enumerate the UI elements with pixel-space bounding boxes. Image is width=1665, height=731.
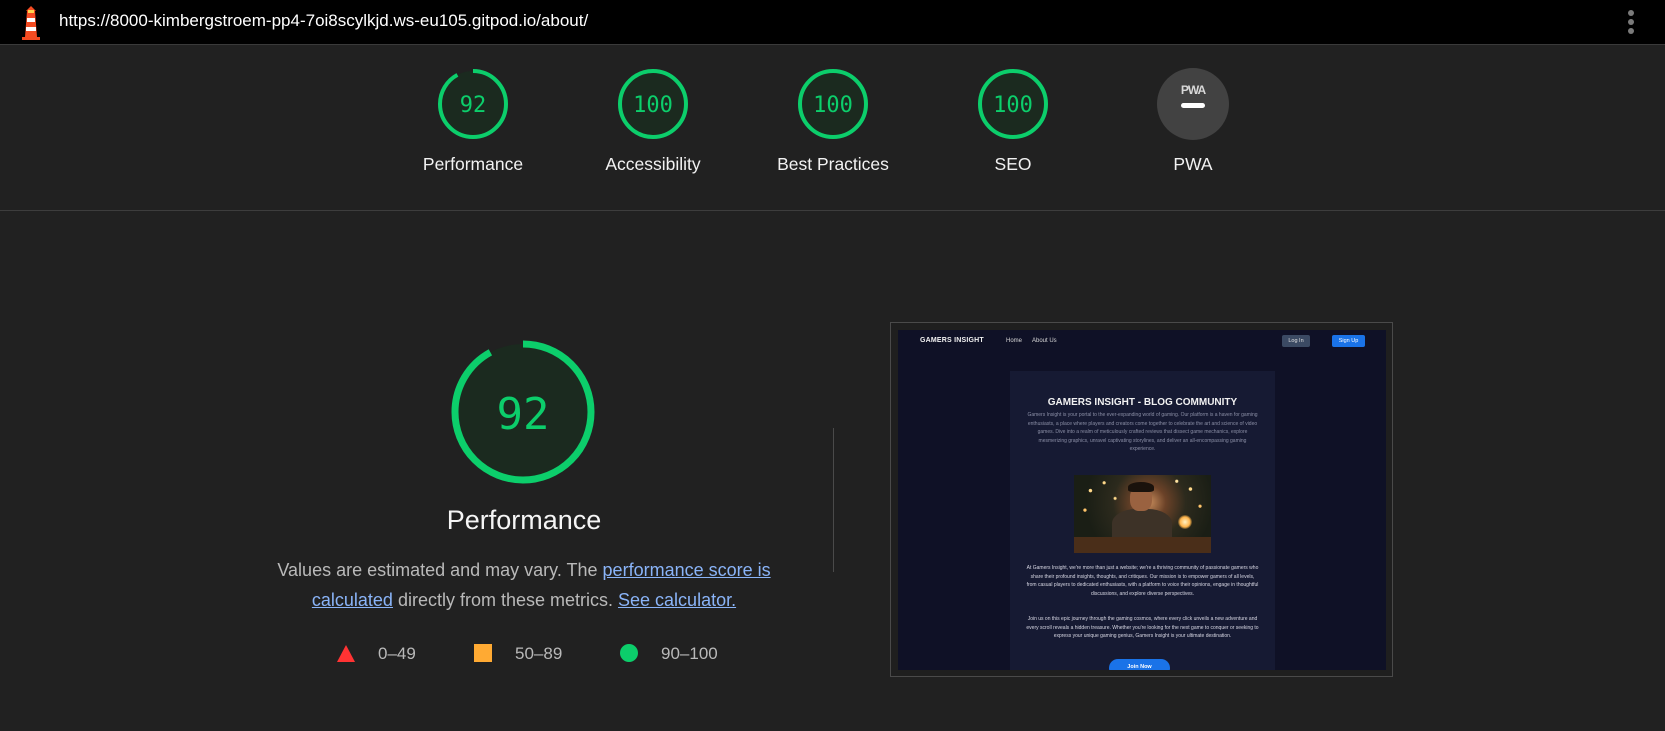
accessibility-gauge-ring: 100 bbox=[618, 69, 688, 139]
site-card-intro: Gamers Insight is your portal to the eve… bbox=[1027, 412, 1258, 452]
address-bar: https://8000-kimbergstroem-pp4-7oi8scylk… bbox=[0, 0, 1665, 45]
seo-score: 100 bbox=[993, 93, 1033, 118]
performance-heading: Performance bbox=[446, 505, 602, 535]
more-options-icon[interactable] bbox=[1622, 8, 1640, 36]
site-about-card: GAMERS INSIGHT - BLOG COMMUNITY Gamers I… bbox=[1010, 371, 1275, 670]
legend-average-range: 50–89 bbox=[515, 644, 563, 663]
pwa-badge-icon: PWA bbox=[1157, 68, 1229, 140]
performance-score: 92 bbox=[460, 93, 487, 118]
fail-triangle-icon bbox=[337, 645, 355, 662]
site-card-para2: Join us on this epic journey through the… bbox=[1026, 616, 1259, 639]
screenshot-site: GAMERS INSIGHT Home About Us Log In Sign… bbox=[898, 330, 1386, 670]
pass-circle-icon bbox=[620, 644, 638, 662]
site-nav-home: Home bbox=[1006, 338, 1023, 344]
site-join-button: Join Now bbox=[1109, 659, 1170, 670]
performance-main-gauge: 92 bbox=[423, 337, 623, 487]
report-url[interactable]: https://8000-kimbergstroem-pp4-7oi8scylk… bbox=[59, 11, 588, 31]
accessibility-score: 100 bbox=[633, 93, 673, 118]
performance-main-ring: 92 bbox=[451, 340, 595, 484]
site-signup-button: Sign Up bbox=[1332, 335, 1365, 347]
legend-fail-range: 0–49 bbox=[378, 644, 416, 663]
gauge-best-practices[interactable]: 100 Best Practices bbox=[753, 68, 913, 175]
best-practices-score: 100 bbox=[813, 93, 853, 118]
gauge-pwa[interactable]: PWA PWA bbox=[1113, 68, 1273, 175]
site-nav-about: About Us bbox=[1032, 338, 1057, 344]
seo-gauge-ring: 100 bbox=[978, 69, 1048, 139]
performance-gauge-ring: 92 bbox=[438, 69, 508, 139]
gauge-accessibility[interactable]: 100 Accessibility bbox=[573, 68, 733, 175]
site-card-para1: At Gamers Insight, we're more than just … bbox=[1026, 565, 1259, 597]
site-login-button: Log In bbox=[1282, 335, 1310, 347]
site-brand: GAMERS INSIGHT bbox=[920, 337, 984, 344]
section-divider bbox=[833, 428, 834, 572]
site-card-title: GAMERS INSIGHT - BLOG COMMUNITY bbox=[1047, 397, 1238, 408]
see-calculator-link[interactable]: See calculator. bbox=[618, 590, 736, 610]
gauge-label-accessibility: Accessibility bbox=[605, 154, 701, 174]
gauge-label-performance: Performance bbox=[422, 154, 524, 174]
performance-main-score: 92 bbox=[497, 389, 550, 440]
legend-fail: 0–49 bbox=[336, 643, 416, 665]
gauge-seo[interactable]: 100 SEO bbox=[933, 68, 1093, 175]
legend-average: 50–89 bbox=[473, 643, 562, 665]
category-gauges: 92 Performance 100 Accessibility 100 Bes… bbox=[0, 45, 1665, 211]
desc-text-2: directly from these metrics. bbox=[392, 590, 619, 610]
gauge-performance[interactable]: 92 Performance bbox=[393, 68, 553, 175]
legend-pass: 90–100 bbox=[619, 643, 718, 665]
final-screenshot[interactable]: GAMERS INSIGHT Home About Us Log In Sign… bbox=[890, 322, 1393, 677]
best-practices-gauge-ring: 100 bbox=[798, 69, 868, 139]
gauge-label-best-practices: Best Practices bbox=[777, 154, 889, 174]
legend-pass-range: 90–100 bbox=[661, 644, 718, 663]
desc-text-1: Values are estimated and may vary. The bbox=[277, 560, 603, 580]
pwa-badge-text: PWA bbox=[1181, 83, 1207, 97]
lighthouse-logo-icon bbox=[22, 6, 40, 40]
gauge-label-seo: SEO bbox=[994, 154, 1032, 174]
gauge-label-pwa: PWA bbox=[1173, 154, 1213, 174]
average-square-icon bbox=[474, 644, 492, 662]
performance-description: Values are estimated and may vary. The p… bbox=[263, 555, 785, 615]
site-hero-photo bbox=[1074, 475, 1211, 553]
